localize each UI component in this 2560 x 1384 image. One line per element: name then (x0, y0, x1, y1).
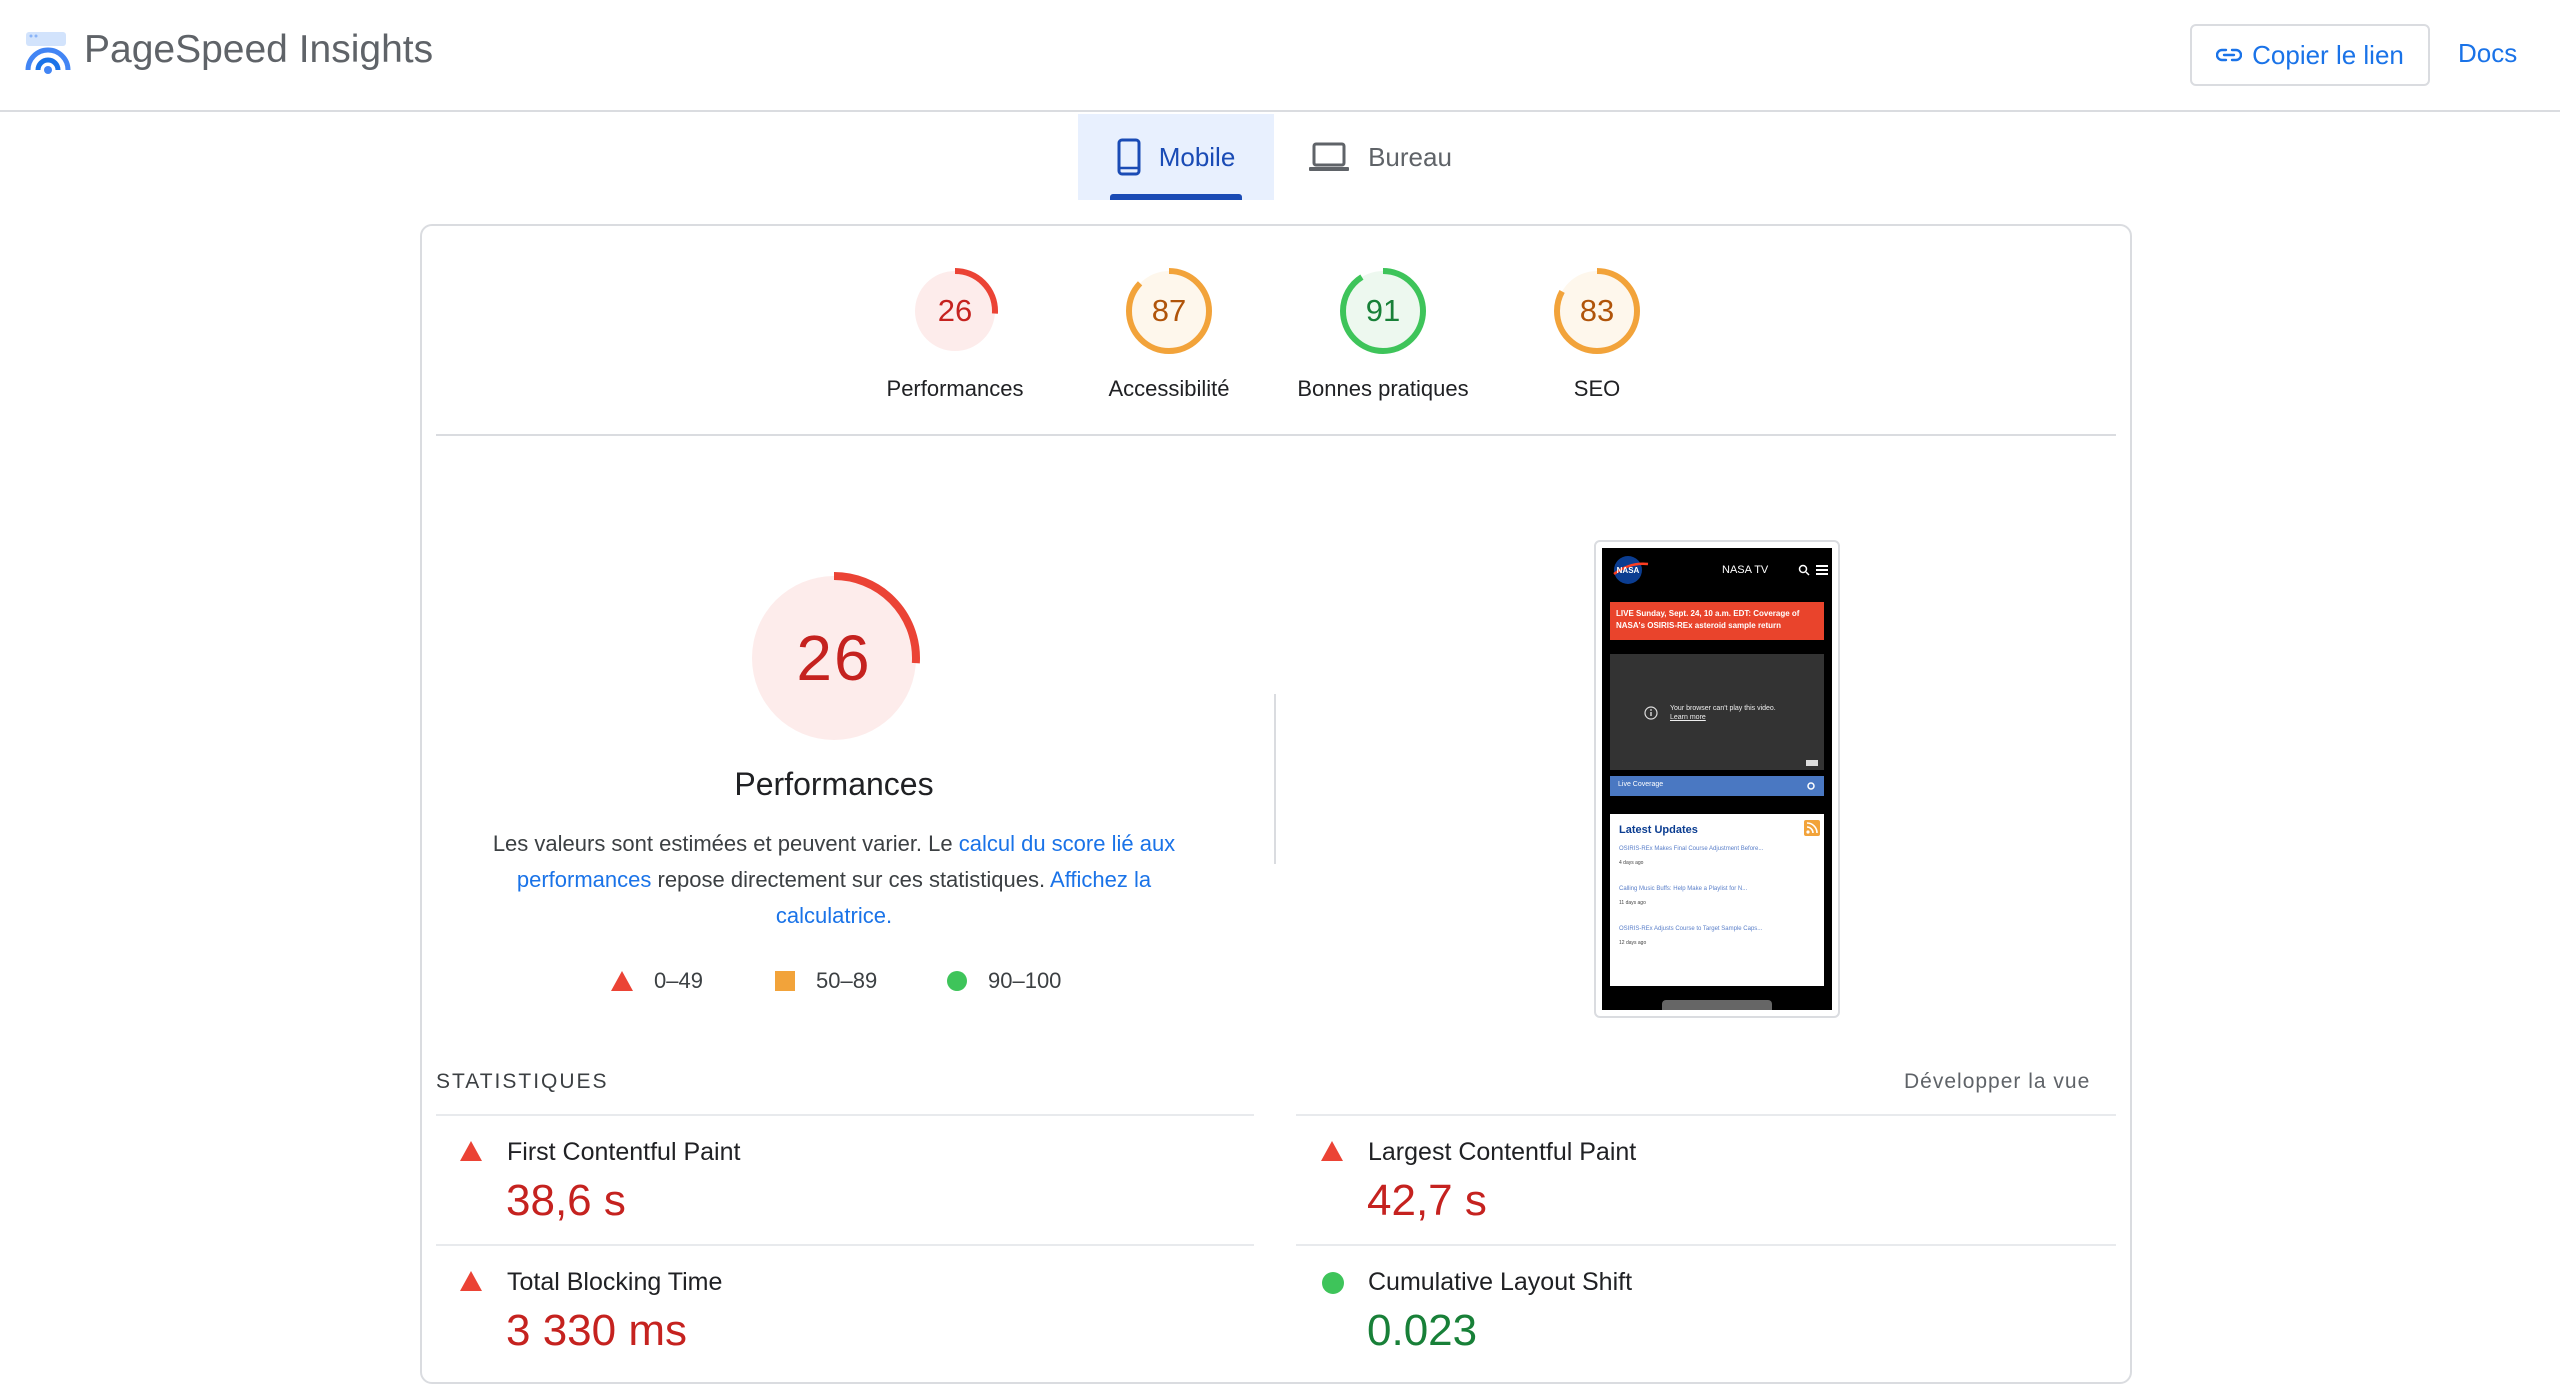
metric-value-fcp: 38,6 s (506, 1176, 626, 1225)
vertical-divider (1274, 694, 1276, 864)
update-age: 4 days ago (1619, 860, 1644, 866)
app-header: PageSpeed Insights Copier le lien Docs (0, 0, 2560, 112)
green-circle-icon (947, 971, 967, 991)
score-value: 87 (1151, 293, 1187, 328)
score-gauge-seo[interactable]: 83 (1550, 264, 1644, 358)
poor-triangle-icon (1321, 1141, 1343, 1161)
final-screenshot[interactable]: NASA NASA TV LIVE Sunday, Sept. 24, 10 a… (1602, 548, 1832, 1010)
active-tab-indicator (1110, 194, 1242, 200)
legend-label: 50–89 (816, 968, 878, 993)
stats-heading: STATISTIQUES (436, 1070, 609, 1093)
score-value: 91 (1365, 293, 1401, 328)
link-icon (2216, 48, 2243, 62)
update-age: 12 days ago (1619, 940, 1647, 946)
red-triangle-icon (611, 971, 633, 991)
expand-view-link[interactable]: Développer la vue (1904, 1070, 2090, 1094)
section-divider (436, 434, 2116, 436)
tab-desktop-label: Bureau (1368, 141, 1452, 172)
category-label-seo[interactable]: SEO (1487, 376, 1707, 402)
laptop-icon (1309, 142, 1350, 171)
good-circle-icon (1322, 1272, 1344, 1294)
nasa-tv-link: NASA TV (1722, 564, 1769, 576)
stats-divider (1296, 1244, 2116, 1246)
legend-label: 0–49 (654, 968, 703, 993)
category-label-performance[interactable]: Performances (845, 376, 1065, 402)
learn-more-link: Learn more (1670, 714, 1706, 721)
legend-poor: 0–49 (610, 966, 703, 996)
copy-link-label: Copier le lien (2252, 39, 2404, 70)
score-value: 83 (1579, 293, 1615, 328)
live-coverage-label: Live Coverage (1618, 781, 1664, 788)
stats-divider (1296, 1114, 2116, 1116)
score-gauge-performance[interactable]: 26 (908, 264, 1002, 358)
search-icon (1798, 564, 1810, 576)
gear-icon (1807, 782, 1815, 790)
category-label-best-practices[interactable]: Bonnes pratiques (1273, 376, 1493, 402)
score-gauge-accessibility[interactable]: 87 (1122, 264, 1216, 358)
app-title: PageSpeed Insights (84, 28, 434, 71)
update-title: OSIRIS-REx Adjusts Course to Target Samp… (1619, 926, 1763, 932)
metric-value-cls: 0.023 (1367, 1306, 1478, 1355)
latest-updates-panel: Latest Updates OSIRIS-REx Makes Final Co… (1610, 814, 1824, 986)
performance-score-value: 26 (796, 622, 872, 694)
nasa-logo-icon: NASA (1613, 556, 1649, 584)
desc-text: Les valeurs sont estimées et peuvent var… (492, 831, 959, 856)
info-icon (1644, 706, 1658, 720)
docs-link[interactable]: Docs (2458, 38, 2517, 69)
rss-icon (1804, 820, 1820, 836)
site-nav: NASA NASA TV (1602, 548, 1832, 592)
hamburger-menu-icon (1816, 565, 1828, 575)
poor-triangle-icon (460, 1141, 482, 1161)
category-label-accessibility[interactable]: Accessibilité (1059, 376, 1279, 402)
orange-square-icon (775, 971, 795, 991)
performance-description: Les valeurs sont estimées et peuvent var… (484, 826, 1184, 934)
legend-good: 90–100 (946, 966, 1061, 996)
score-value: 26 (937, 293, 973, 328)
video-error-text: Your browser can't play this video. (1670, 705, 1776, 712)
smartphone-icon (1117, 138, 1141, 176)
copy-link-button[interactable]: Copier le lien (2190, 24, 2430, 86)
tab-mobile[interactable]: Mobile (1078, 114, 1274, 200)
live-banner: LIVE Sunday, Sept. 24, 10 a.m. EDT: Cove… (1610, 602, 1824, 640)
metric-value-tbt: 3 330 ms (506, 1306, 687, 1355)
legend-average: 50–89 (774, 966, 877, 996)
poor-triangle-icon (460, 1271, 482, 1291)
update-age: 11 days ago (1619, 900, 1646, 906)
tab-desktop[interactable]: Bureau (1290, 114, 1470, 200)
updates-title: Latest Updates (1619, 824, 1698, 836)
legend-label: 90–100 (988, 968, 1062, 993)
metric-label-lcp: Largest Contentful Paint (1368, 1138, 1637, 1166)
stats-divider (436, 1114, 1254, 1116)
update-title: Calling Music Buffs: Help Make a Playlis… (1619, 886, 1748, 892)
score-gauge-best-practices[interactable]: 91 (1336, 264, 1430, 358)
footer-strip (1662, 1000, 1772, 1010)
pagespeed-logo-icon (25, 32, 71, 74)
metric-value-lcp: 42,7 s (1367, 1176, 1487, 1225)
performance-title: Performances (734, 766, 934, 802)
video-badge-icon (1806, 760, 1818, 766)
desc-text: repose directement sur ces statistiques. (651, 867, 1051, 892)
metric-label-tbt: Total Blocking Time (507, 1268, 723, 1296)
tab-mobile-label: Mobile (1158, 141, 1236, 172)
metric-label-cls: Cumulative Layout Shift (1368, 1268, 1633, 1296)
svg-text:NASA: NASA (1617, 566, 1640, 575)
video-player: Your browser can't play this video. Lear… (1610, 654, 1824, 770)
stats-divider (436, 1244, 1254, 1246)
live-coverage-bar: Live Coverage (1610, 776, 1824, 796)
metric-label-fcp: First Contentful Paint (507, 1138, 741, 1166)
performance-score-gauge: 26 (744, 568, 924, 748)
update-title: OSIRIS-REx Makes Final Course Adjustment… (1619, 846, 1764, 852)
